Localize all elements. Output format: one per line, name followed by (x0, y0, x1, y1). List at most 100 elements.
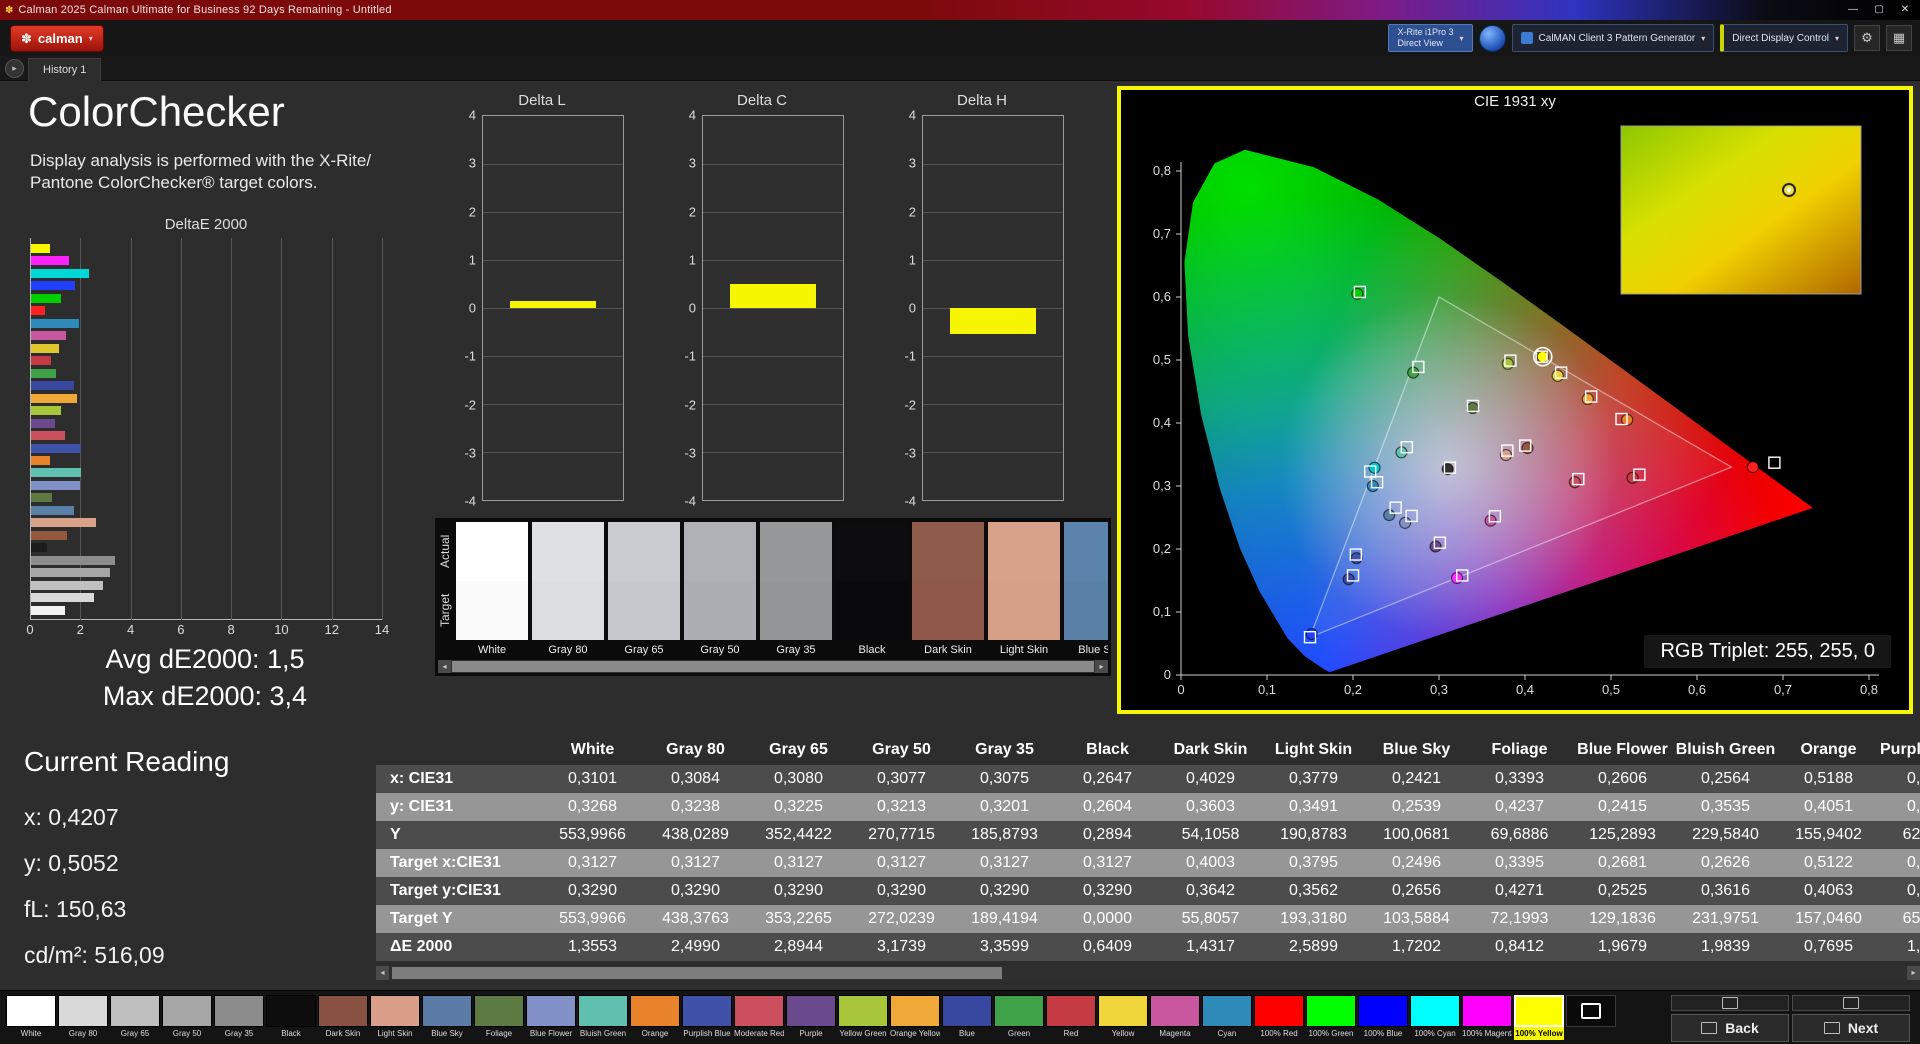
patch-label: Black (858, 644, 886, 656)
table-row-label: ΔE 2000 (390, 938, 453, 955)
swatch-label: Orange Yellow (890, 1029, 940, 1038)
pattern-swatch-purplish-blue[interactable]: Purplish Blue (682, 995, 732, 1040)
cie-point-measured (1383, 508, 1396, 522)
cie-chromaticity-diagram: 0 0,1 0,2 0,3 0,4 0,5 0,6 0,7 0,8 00,10,20,30,40… (1153, 125, 1879, 697)
patch-target-color (532, 581, 604, 640)
display-control-selector[interactable]: Direct Display Control ▾ (1720, 24, 1848, 52)
patch-light-skin[interactable] (988, 522, 1060, 640)
pattern-swatch-blue[interactable]: Blue (942, 995, 992, 1040)
close-button[interactable]: ✕ (1892, 0, 1918, 20)
swatch-color (942, 995, 992, 1027)
table-cell: 62,2471 (1902, 826, 1920, 843)
pattern-swatch-bluish-green[interactable]: Bluish Green (578, 995, 628, 1040)
pattern-swatch-gray-50[interactable]: Gray 50 (162, 995, 212, 1040)
scrollbar-thumb[interactable] (452, 661, 1094, 672)
window-title: Calman 2025 Calman Ultimate for Business… (18, 4, 392, 16)
table-cell: 0,3238 (671, 798, 720, 815)
tab-nav-button[interactable]: ▸ (5, 59, 24, 78)
table-cell: 193,3180 (1280, 910, 1347, 927)
pattern-swatch-moderate-red[interactable]: Moderate Red (734, 995, 784, 1040)
pattern-swatch-magenta[interactable]: Magenta (1150, 995, 1200, 1040)
scroll-left-icon[interactable]: ◂ (438, 660, 451, 673)
patch-gray-35[interactable] (760, 522, 832, 640)
table-cell: 72,1993 (1490, 910, 1549, 927)
meter-status-badge[interactable] (1478, 24, 1506, 52)
pattern-swatch-blue-sky[interactable]: Blue Sky (422, 995, 472, 1040)
delta-chart-title: Delta H (956, 92, 1008, 109)
pattern-swatch-100-red[interactable]: 100% Red (1254, 995, 1304, 1040)
pattern-swatch-100-yellow[interactable]: 100% Yellow (1514, 995, 1564, 1040)
swatch-color (1254, 995, 1304, 1027)
patch-blue-sky[interactable] (1064, 522, 1108, 640)
table-cell: 0,3290 (877, 882, 926, 899)
table-header-cell: Gray 35 (975, 741, 1034, 758)
patch-gray-65[interactable] (608, 522, 680, 640)
pattern-swatch-cyan[interactable]: Cyan (1202, 995, 1252, 1040)
scroll-left-icon[interactable]: ◂ (376, 966, 389, 980)
pattern-generator-selector[interactable]: CalMAN Client 3 Pattern Generator ▾ (1511, 24, 1715, 52)
patch-gray-80[interactable] (532, 522, 604, 640)
table-cell: 0,3795 (1289, 854, 1338, 871)
deltae-bar-orange (31, 455, 51, 465)
pattern-swatch-100-magenta[interactable]: 100% Magenta (1462, 995, 1512, 1040)
patch-strip-scrollbar[interactable]: ◂ ▸ (438, 660, 1108, 673)
pattern-swatch-100-cyan[interactable]: 100% Cyan (1410, 995, 1460, 1040)
pattern-swatch-black[interactable]: Black (266, 995, 316, 1040)
pattern-swatch-100-green[interactable]: 100% Green (1306, 995, 1356, 1040)
swatch-label: 100% Magenta (1462, 1029, 1512, 1038)
meter-selector[interactable]: X-Rite i1Pro 3 Direct View ▾ (1388, 24, 1473, 52)
pattern-swatch-gray-65[interactable]: Gray 65 (110, 995, 160, 1040)
pattern-swatch-white[interactable]: White (6, 995, 56, 1040)
table-cell: 0,3075 (980, 770, 1029, 787)
pattern-next-set-button[interactable] (1792, 995, 1910, 1011)
pattern-swatch-orange-yellow[interactable]: Orange Yellow (890, 995, 940, 1040)
pattern-window-button[interactable] (1566, 995, 1616, 1040)
table-header-cell: Bluish Green (1675, 741, 1776, 758)
table-cell: 0,3084 (671, 770, 720, 787)
scroll-right-icon[interactable]: ▸ (1907, 966, 1920, 980)
calman-menu-button[interactable]: ✽ calman ▾ (10, 25, 104, 52)
patch-row (456, 522, 1108, 640)
deltae-bar-100-green (31, 293, 62, 303)
maximize-button[interactable]: ▢ (1866, 0, 1892, 20)
pattern-swatch-yellow[interactable]: Yellow (1098, 995, 1148, 1040)
delta-ytick-label: 0 (688, 300, 696, 316)
pattern-prev-set-button[interactable] (1671, 995, 1789, 1011)
delta-ytick-label: -2 (464, 397, 476, 412)
tab-history-1[interactable]: History 1 (28, 58, 102, 81)
pattern-swatch-purple[interactable]: Purple (786, 995, 836, 1040)
pattern-swatch-100-blue[interactable]: 100% Blue (1358, 995, 1408, 1040)
table-scrollbar[interactable]: ◂ ▸ (376, 966, 1920, 980)
next-button[interactable]: Next (1792, 1014, 1910, 1042)
table-header-cell: Blue Sky (1382, 741, 1451, 758)
delta-gridline (923, 452, 1063, 453)
pattern-swatch-red[interactable]: Red (1046, 995, 1096, 1040)
pattern-swatch-gray-80[interactable]: Gray 80 (58, 995, 108, 1040)
settings-button[interactable]: ⚙ (1854, 25, 1880, 51)
pattern-swatch-blue-flower[interactable]: Blue Flower (526, 995, 576, 1040)
pattern-swatch-gray-35[interactable]: Gray 35 (214, 995, 264, 1040)
patch-white[interactable] (456, 522, 528, 640)
table-cell: 0,2539 (1392, 798, 1441, 815)
back-button[interactable]: Back (1671, 1014, 1789, 1042)
minimize-button[interactable]: — (1840, 0, 1866, 20)
scroll-right-icon[interactable]: ▸ (1095, 660, 1108, 673)
pattern-swatch-green[interactable]: Green (994, 995, 1044, 1040)
table-cell: 0,3077 (877, 770, 926, 787)
delta-gridline (703, 404, 843, 405)
pattern-swatch-foliage[interactable]: Foliage (474, 995, 524, 1040)
pattern-swatch-dark-skin[interactable]: Dark Skin (318, 995, 368, 1040)
swatch-label: Gray 80 (68, 1029, 98, 1038)
scrollbar-thumb[interactable] (392, 967, 1002, 979)
pattern-swatch-light-skin[interactable]: Light Skin (370, 995, 420, 1040)
patch-gray-50[interactable] (684, 522, 756, 640)
patch-dark-skin[interactable] (912, 522, 984, 640)
deltae-xtick-label: 4 (126, 622, 135, 637)
layout-button[interactable]: ▦ (1886, 25, 1912, 51)
pattern-swatch-yellow-green[interactable]: Yellow Green (838, 995, 888, 1040)
patch-black[interactable] (836, 522, 908, 640)
swatch-color (1306, 995, 1356, 1027)
pattern-swatch-orange[interactable]: Orange (630, 995, 680, 1040)
swatch-color (58, 995, 108, 1027)
deltae-x-axis (30, 619, 382, 620)
